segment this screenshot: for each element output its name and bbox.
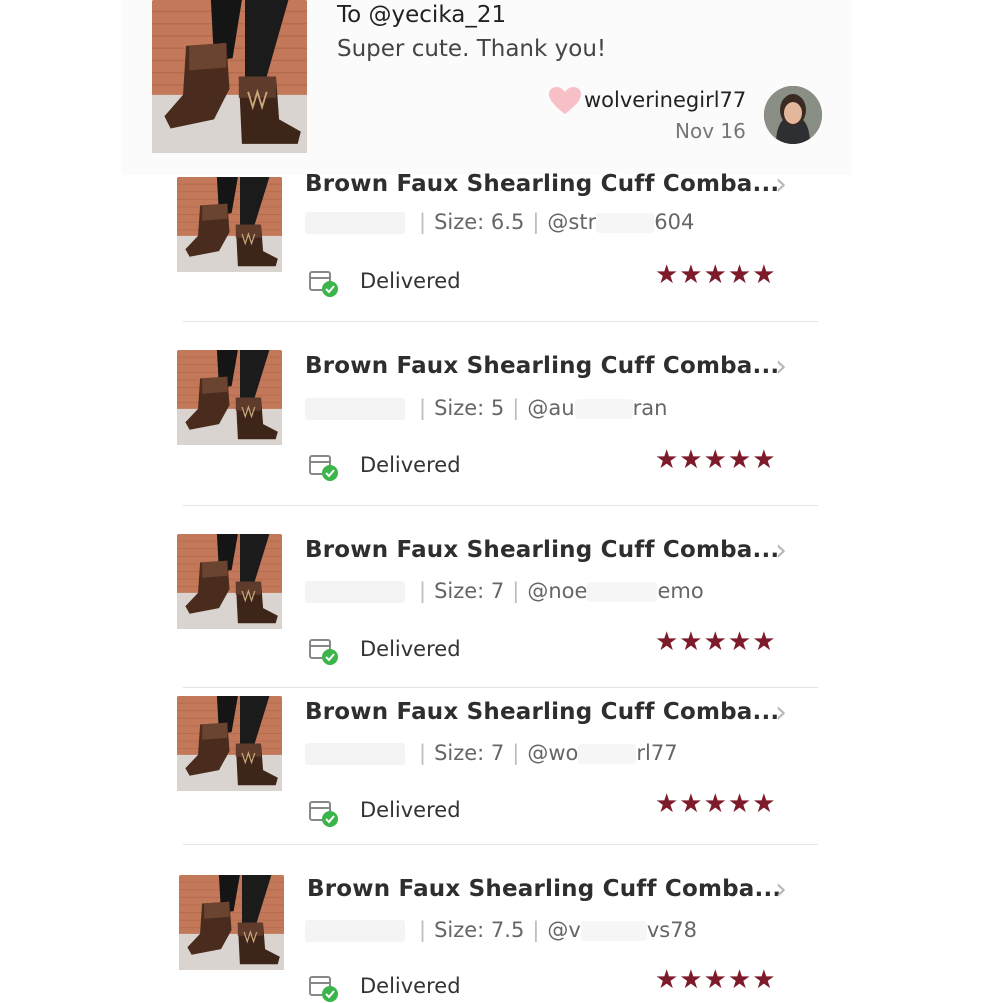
delivered-box-check-icon [309,639,338,665]
rating-stars: ★★★★★ [655,789,777,819]
separator: | [419,210,427,234]
order-size: Size: 7 [434,741,505,765]
redacted-handle [596,213,655,233]
order-size: Size: 7.5 [434,918,525,942]
redacted-price [305,743,405,765]
separator: | [512,579,520,603]
chevron-right-icon[interactable]: › [775,533,787,568]
separator: | [532,210,540,234]
separator: | [419,918,427,942]
order-meta: | Size: 7 | @noe emo [305,579,704,603]
order-size: Size: 6.5 [434,210,525,234]
rating-stars: ★★★★★ [655,260,777,290]
order-title: Brown Faux Shearling Cuff Comba... [307,876,782,902]
buyer-handle-end[interactable]: rl77 [636,741,677,765]
order-title: Brown Faux Shearling Cuff Comba... [305,699,780,725]
separator: | [419,741,427,765]
buyer-handle-end[interactable]: 604 [654,210,694,234]
order-meta: | Size: 6.5 | @str 604 [305,210,694,234]
delivery-status: Delivered [360,269,461,293]
order-row[interactable]: Brown Faux Shearling Cuff Comba... › | Si… [155,845,820,1002]
separator: | [512,396,520,420]
redacted-price [305,581,405,603]
buyer-handle-start[interactable]: @str [547,210,596,234]
order-size: Size: 5 [434,396,505,420]
delivery-status: Delivered [360,798,461,822]
separator: | [419,579,427,603]
order-row[interactable]: Brown Faux Shearling Cuff Comba... › | Si… [155,506,820,687]
buyer-handle-start[interactable]: @v [547,918,580,942]
review-card: To @yecika_21 Super cute. Thank you! wol… [122,0,852,175]
buyer-handle-start[interactable]: @noe [527,579,587,603]
rating-stars: ★★★★★ [655,627,777,657]
order-row[interactable]: Brown Faux Shearling Cuff Comba... › | Si… [155,688,820,844]
review-message: Super cute. Thank you! [337,36,607,62]
order-product-photo [177,534,282,629]
order-size: Size: 7 [434,579,505,603]
redacted-handle [587,582,658,602]
order-row[interactable]: Brown Faux Shearling Cuff Comba... › | Si… [155,167,820,321]
order-title: Brown Faux Shearling Cuff Comba... [305,353,780,379]
chevron-right-icon[interactable]: › [775,872,787,907]
buyer-handle-end[interactable]: ran [633,396,668,420]
order-meta: | Size: 5 | @au ran [305,396,667,420]
buyer-handle-end[interactable]: emo [657,579,703,603]
review-recipient: To @yecika_21 [337,2,507,28]
separator: | [512,741,520,765]
order-product-photo [177,696,282,791]
rating-stars: ★★★★★ [655,445,777,475]
redacted-handle [580,921,647,941]
buyer-handle-start[interactable]: @au [527,396,574,420]
order-product-photo [179,875,284,970]
redacted-price [305,920,405,942]
review-product-photo[interactable] [152,0,307,153]
delivery-status: Delivered [360,974,461,998]
order-title: Brown Faux Shearling Cuff Comba... [305,537,780,563]
order-meta: | Size: 7 | @wo rl77 [305,741,678,765]
reviewer-avatar[interactable] [764,86,822,144]
redacted-handle [574,399,633,419]
separator: | [419,396,427,420]
chevron-right-icon[interactable]: › [775,167,787,202]
order-product-photo [177,350,282,445]
order-product-photo [177,177,282,272]
buyer-handle-start[interactable]: @wo [527,741,578,765]
redacted-handle [578,744,637,764]
delivery-status: Delivered [360,637,461,661]
review-date: Nov 16 [675,119,746,143]
delivered-box-check-icon [309,455,338,481]
buyer-handle-end[interactable]: vs78 [647,918,697,942]
delivered-box-check-icon [309,271,338,297]
reviewer-username[interactable]: wolverinegirl77 [584,88,746,112]
order-title: Brown Faux Shearling Cuff Comba... [305,171,780,197]
heart-icon[interactable] [549,87,581,115]
rating-stars: ★★★★★ [655,965,777,995]
redacted-price [305,212,405,234]
delivered-box-check-icon [309,801,338,827]
redacted-price [305,398,405,420]
delivery-status: Delivered [360,453,461,477]
separator: | [532,918,540,942]
chevron-right-icon[interactable]: › [775,349,787,384]
delivered-box-check-icon [309,976,338,1002]
order-meta: | Size: 7.5 | @v vs78 [305,918,697,942]
chevron-right-icon[interactable]: › [775,695,787,730]
order-row[interactable]: Brown Faux Shearling Cuff Comba... › | Si… [155,322,820,505]
